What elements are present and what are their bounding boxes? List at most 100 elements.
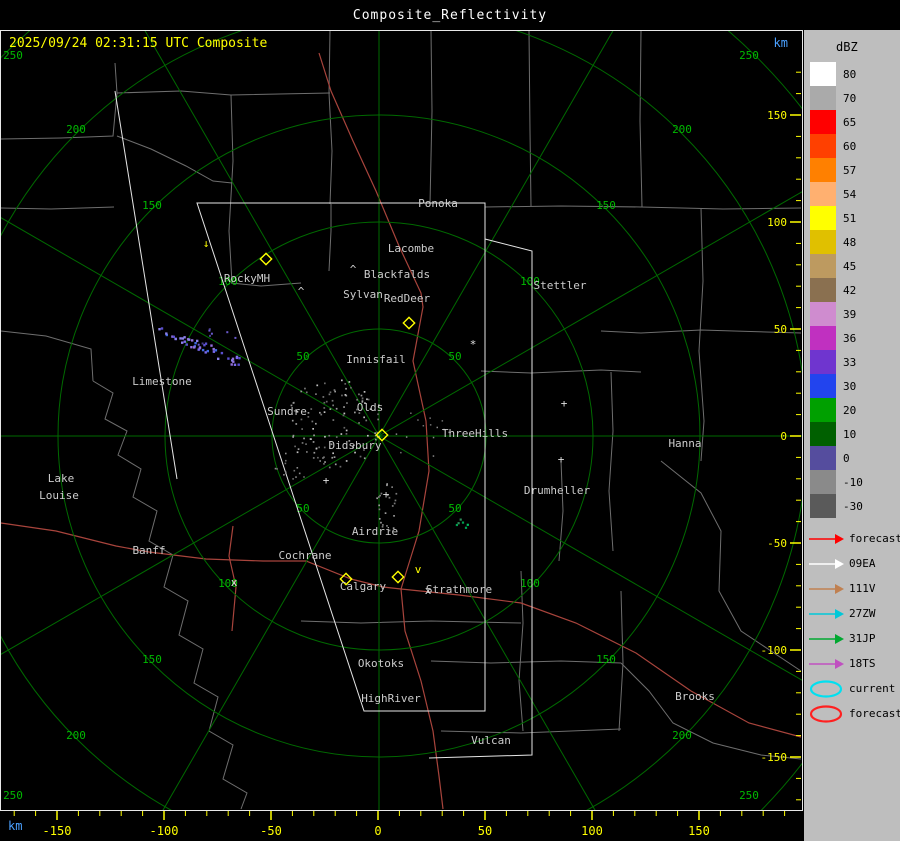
radar-echo [436,426,438,429]
radar-echo [293,469,296,472]
colorbar-value: 36 [843,331,857,345]
radar-echo [320,413,323,416]
colorbar-swatch [810,206,836,230]
legend-item: 31JP [807,626,900,651]
radar-echo [422,425,425,427]
storm-vector-arrow-icon [809,608,844,619]
radar-echo [400,451,402,454]
radar-echo [341,379,343,382]
radar-echo [331,399,334,402]
x-axis-label: 150 [688,824,710,838]
radar-echo [227,357,230,360]
radar-echo [323,411,326,413]
city-label: Louise [39,489,79,502]
radar-echo [344,383,347,385]
range-label: 150 [142,653,162,666]
radar-echo [464,526,468,529]
x-axis-label: 0 [374,824,381,838]
city-label: Strathmore [426,583,492,596]
colorbar-swatch [810,86,836,110]
range-label: 150 [596,199,616,212]
colorbar-swatch [810,374,836,398]
radar-echo [394,499,397,502]
radar-echo [378,508,381,511]
radar-echo [188,338,191,341]
radar-echo [226,331,229,334]
legend-item: 111V [807,576,900,601]
range-label: 50 [296,350,309,363]
radar-echo [455,523,458,527]
radar-echo [325,400,328,403]
km-unit-top: km [773,36,788,50]
radar-echo [332,419,335,421]
x-axis-label: 100 [581,824,603,838]
city-label: Calgary [340,580,387,593]
storm-ellipse-icon [809,679,843,698]
radar-echo [319,411,321,414]
range-label: 250 [739,789,759,802]
radar-echo [291,419,294,422]
storm-ellipse-icon [809,704,843,723]
y-axis-label: -100 [761,644,788,657]
county-boundary [1,330,94,382]
radar-echo [292,402,295,404]
city-label: Lacombe [388,242,434,255]
range-label: 200 [66,729,86,742]
x-axis-label: -150 [43,824,72,838]
radar-echo [391,486,393,488]
map-marker: ↓ [203,237,210,250]
storm-vector-arrow-icon [809,583,844,594]
colorbar-entry: 70 [810,86,863,110]
colorbar-swatch [810,230,836,254]
radar-echo [441,420,444,422]
range-label: 250 [3,789,23,802]
colorbar-swatch [810,494,836,518]
county-boundary [608,371,614,552]
county-boundary [328,31,333,205]
legend-item: 09EA [807,551,900,576]
city-label: Hanna [668,437,701,450]
county-boundary [116,135,233,184]
map-marker: * [470,338,477,351]
colorbar-entry: 80 [810,62,863,86]
radar-echo [298,472,301,475]
colorbar-entry: 36 [810,326,863,350]
colorbar-entry: 57 [810,158,863,182]
radar-echo [334,463,337,466]
city-label: Sundre [267,405,307,418]
colorbar-entry: 45 [810,254,863,278]
radar-echo [160,327,164,330]
radar-echo [367,434,369,437]
city-label: ThreeHills [442,427,508,440]
colorbar-value: 60 [843,139,857,153]
radar-echo [312,457,315,459]
radar-map[interactable]: 50 5050 50100 100100 100150 150150 150200 20020… [1,31,802,810]
city-label: HighRiver [361,692,421,705]
radar-echo [324,435,326,438]
radar-echo [301,442,304,444]
radar-echo [234,336,237,339]
radar-echo [379,494,381,497]
x-axis-label: -50 [260,824,282,838]
legend-label: 31JP [849,632,876,645]
colorbar-value: 20 [843,403,857,417]
legend-label: current [849,682,896,695]
radar-echo [300,390,303,393]
radar-echo [311,420,314,423]
radar-echo [179,337,182,340]
colorbar-value: 51 [843,211,857,225]
radar-echo [429,424,432,426]
radar-echo [204,342,208,345]
city-label: Olds [357,401,384,414]
radar-echo [317,456,319,459]
radar-echo [323,463,325,465]
radar-echo [329,391,332,394]
county-boundary [116,90,331,96]
radar-echo [315,422,317,425]
radar-echo [345,433,348,435]
radar-echo [312,428,314,430]
radar-echo [343,426,346,429]
map-marker: ^ [298,285,305,298]
sidebar: dBZ 80 70 65 60 57 54 51 48 45 42 39 36 33 30 20 10 0 -10… [804,30,900,841]
radar-echo [283,474,285,476]
